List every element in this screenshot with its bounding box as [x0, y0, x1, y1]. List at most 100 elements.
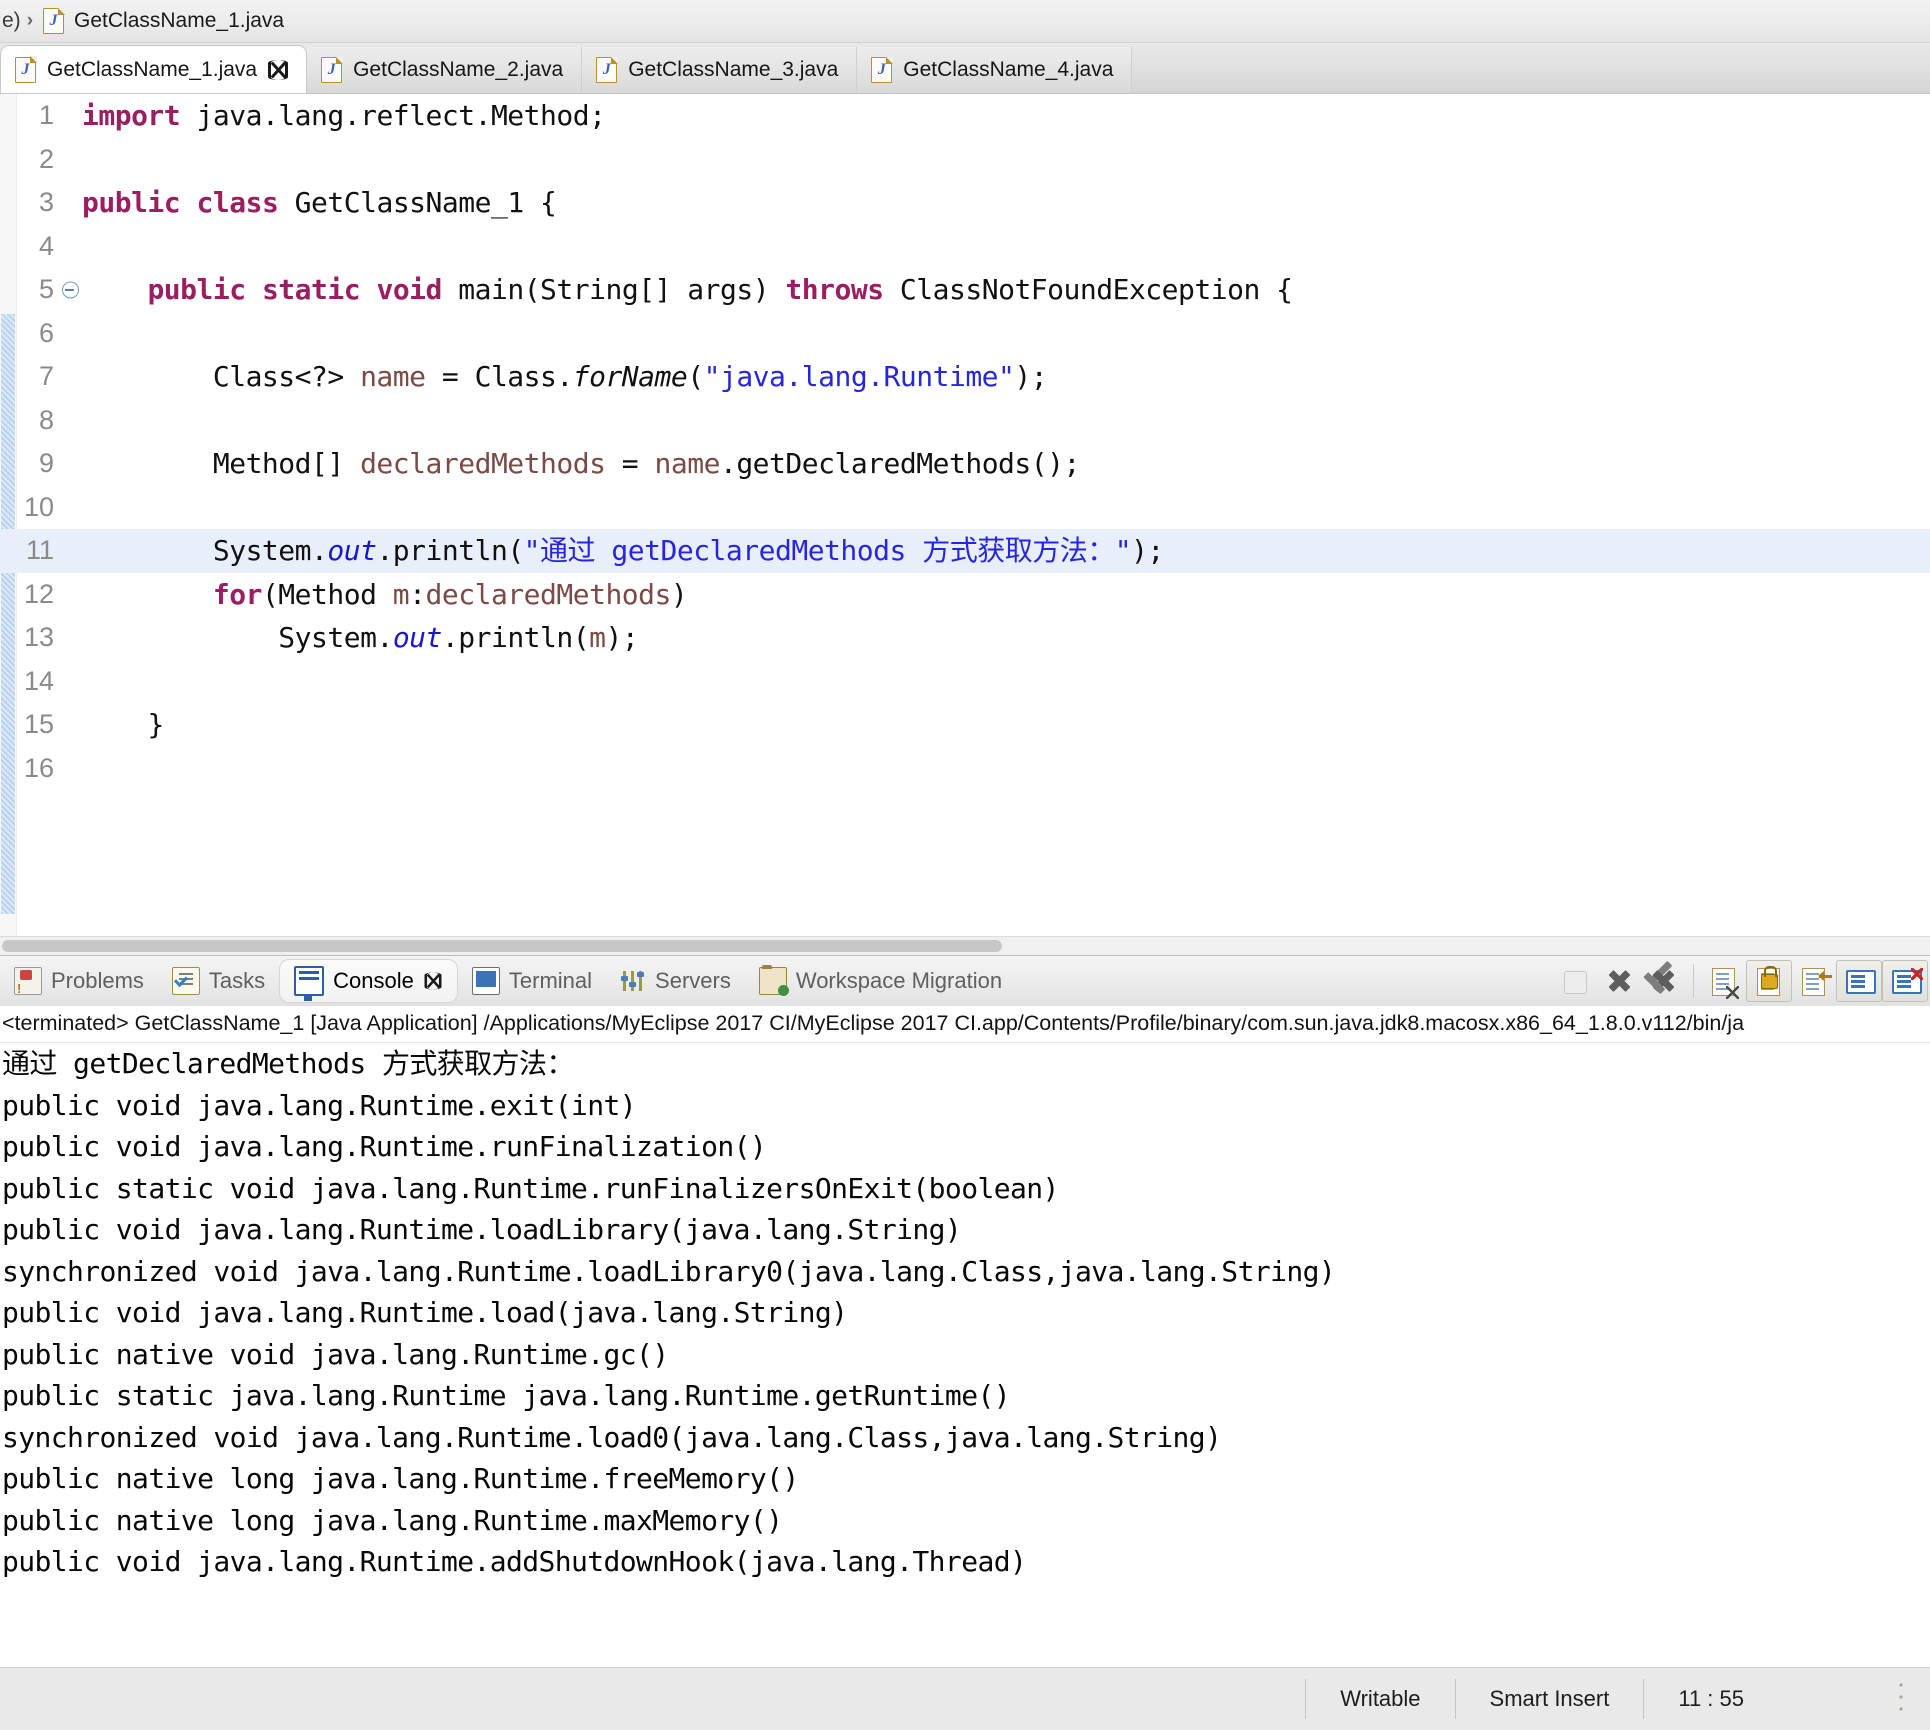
view-tab-problems[interactable]: Problems — [0, 959, 158, 1003]
lock-icon — [1761, 974, 1778, 989]
editor-scrollbar-thumb[interactable] — [2, 940, 1002, 952]
code-line[interactable]: 2 — [0, 138, 1930, 182]
editor-tab-label: GetClassName_4.java — [903, 58, 1113, 82]
console-icon — [294, 966, 324, 996]
view-tab-label: Tasks — [209, 968, 265, 994]
console-output[interactable]: 通过 getDeclaredMethods 方式获取方法：public void… — [0, 1043, 1930, 1667]
code-text: import java.lang.reflect.Method; — [82, 94, 1930, 138]
code-text: System.out.println("通过 getDeclaredMethod… — [82, 529, 1930, 573]
java-file-icon — [871, 57, 892, 83]
line-number: 9 — [0, 442, 60, 486]
display-selected-console-button[interactable] — [1882, 960, 1928, 1002]
editor-tab-label: GetClassName_3.java — [628, 58, 838, 82]
console-output-line: public void java.lang.Runtime.loadLibrar… — [2, 1209, 1930, 1251]
view-tab-label: Problems — [51, 968, 144, 994]
view-tab-terminal[interactable]: Terminal — [458, 959, 606, 1003]
pin-console-button[interactable] — [1836, 960, 1882, 1002]
code-line[interactable]: 12 for(Method m:declaredMethods) — [0, 573, 1930, 617]
line-number: 10 — [0, 486, 60, 530]
code-line[interactable]: 16 — [0, 747, 1930, 791]
code-line[interactable]: 7 Class<?> name = Class.forName("java.la… — [0, 355, 1930, 399]
view-tab-tasks[interactable]: Tasks — [158, 959, 279, 1003]
terminate-button[interactable] — [1553, 961, 1597, 1001]
workspace-icon — [759, 967, 787, 995]
breadcrumb-prefix: e) — [2, 9, 21, 33]
line-number: 8 — [0, 399, 60, 443]
scroll-lock-button[interactable] — [1746, 960, 1792, 1002]
launch-config-header: <terminated> GetClassName_1 [Java Applic… — [0, 1006, 1930, 1043]
line-number: 2 — [0, 138, 60, 182]
code-text: Method[] declaredMethods = name.getDecla… — [82, 442, 1930, 486]
toolbar-separator — [1693, 964, 1694, 998]
console-toolbar — [1553, 960, 1930, 1002]
code-line[interactable]: 9 Method[] declaredMethods = name.getDec… — [0, 442, 1930, 486]
console-output-line: public void java.lang.Runtime.addShutdow… — [2, 1541, 1930, 1583]
code-line[interactable]: 8 — [0, 399, 1930, 443]
code-text: } — [82, 703, 1930, 747]
code-line[interactable]: 6 — [0, 312, 1930, 356]
view-tab-workspace-migration[interactable]: Workspace Migration — [745, 959, 1016, 1003]
line-number: 16 — [0, 747, 60, 791]
view-tab-servers[interactable]: Servers — [606, 959, 745, 1003]
code-line[interactable]: 1import java.lang.reflect.Method; — [0, 94, 1930, 138]
stop-square-icon — [1564, 971, 1587, 994]
editor-tab-3[interactable]: GetClassName_3.java — [582, 47, 857, 93]
code-line[interactable]: 14 — [0, 660, 1930, 704]
console-output-line: synchronized void java.lang.Runtime.load… — [2, 1251, 1930, 1293]
display-red-x-icon — [1892, 970, 1922, 994]
java-file-icon — [15, 57, 36, 83]
code-line[interactable]: 3public class GetClassName_1 { — [0, 181, 1930, 225]
console-output-line: synchronized void java.lang.Runtime.load… — [2, 1417, 1930, 1459]
code-line[interactable]: 5 public static void main(String[] args)… — [0, 268, 1930, 312]
code-line[interactable]: 15 } — [0, 703, 1930, 747]
word-wrap-button[interactable] — [1792, 961, 1836, 1001]
code-text: Class<?> name = Class.forName("java.lang… — [82, 355, 1930, 399]
code-text: public class GetClassName_1 { — [82, 181, 1930, 225]
editor-tab-bar: GetClassName_1.java GetClassName_2.java Ge… — [0, 43, 1930, 94]
line-number: 13 — [0, 616, 60, 660]
wrap-arrow-icon — [1819, 975, 1832, 978]
close-icon[interactable] — [424, 973, 441, 990]
line-number: 6 — [0, 312, 60, 356]
view-tab-console[interactable]: Console — [279, 959, 458, 1003]
code-line[interactable]: 13 System.out.println(m); — [0, 616, 1930, 660]
status-insert-mode: Smart Insert — [1455, 1679, 1644, 1719]
status-bar-grip[interactable] — [1898, 1679, 1904, 1719]
java-file-icon — [596, 57, 617, 83]
editor-tab-4[interactable]: GetClassName_4.java — [857, 47, 1132, 93]
view-tab-label: Console — [333, 968, 414, 994]
breadcrumb-separator-icon: › — [27, 10, 33, 32]
console-output-line: public native long java.lang.Runtime.max… — [2, 1500, 1930, 1542]
view-tab-label: Workspace Migration — [796, 968, 1002, 994]
code-text: public static void main(String[] args) t… — [82, 268, 1930, 312]
code-lines-container: 1import java.lang.reflect.Method;23publi… — [0, 94, 1930, 955]
code-text: for(Method m:declaredMethods) — [82, 573, 1930, 617]
code-editor[interactable]: 1import java.lang.reflect.Method;23publi… — [0, 94, 1930, 955]
eclipse-workbench: e) › GetClassName_1.java GetClassName_1.… — [0, 0, 1930, 1730]
code-line[interactable]: 11 System.out.println("通过 getDeclaredMet… — [0, 529, 1930, 573]
line-number: 7 — [0, 355, 60, 399]
editor-horizontal-scrollbar[interactable] — [0, 936, 1930, 955]
status-bar: Writable Smart Insert 11 : 55 — [0, 1667, 1930, 1730]
bottom-panel: Problems Tasks Console TerminalServers Works… — [0, 955, 1930, 1667]
editor-tab-2[interactable]: GetClassName_2.java — [307, 47, 582, 93]
editor-tab-label: GetClassName_1.java — [47, 58, 257, 82]
remove-all-terminated-button[interactable] — [1641, 961, 1685, 1001]
java-file-icon — [321, 57, 342, 83]
x-icon — [1607, 969, 1631, 993]
status-cursor-position: 11 : 55 — [1643, 1679, 1778, 1719]
code-line[interactable]: 4 — [0, 225, 1930, 269]
servers-icon — [620, 968, 646, 994]
close-icon[interactable] — [268, 60, 288, 80]
editor-tab-1[interactable]: GetClassName_1.java — [0, 45, 307, 93]
breadcrumb[interactable]: e) › GetClassName_1.java — [0, 0, 1930, 43]
remove-launch-button[interactable] — [1597, 961, 1641, 1001]
console-output-line: public void java.lang.Runtime.load(java.… — [2, 1292, 1930, 1334]
java-file-icon — [43, 8, 64, 34]
console-output-line: public void java.lang.Runtime.exit(int) — [2, 1085, 1930, 1127]
status-writable: Writable — [1305, 1679, 1454, 1719]
code-line[interactable]: 10 — [0, 486, 1930, 530]
tasks-icon — [172, 967, 200, 995]
console-output-line: public native void java.lang.Runtime.gc(… — [2, 1334, 1930, 1376]
clear-console-button[interactable] — [1702, 961, 1746, 1001]
